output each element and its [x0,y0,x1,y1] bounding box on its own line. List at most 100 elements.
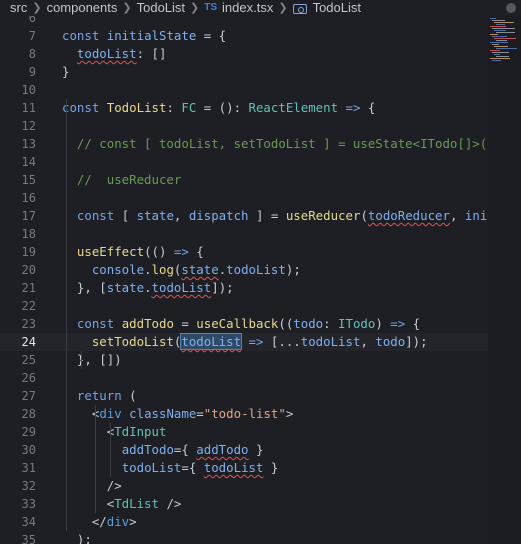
code-token: useReducer [285,208,361,223]
code-token: // const [ todoList, setTodoList ] = use… [62,136,488,151]
minimap-line [496,24,505,25]
code-line[interactable]: 30 addTodo={ addTodo } [0,441,488,459]
code-line[interactable]: 18 [0,225,488,243]
line-number: 20 [21,263,36,277]
line-number: 10 [21,83,36,97]
account-icon [498,0,521,16]
code-line[interactable]: 10 [0,81,488,99]
code-token: ITodo [338,316,376,331]
minimap-line [494,30,506,31]
code-line[interactable]: 17 const [ state, dispatch ] = useReduce… [0,207,488,225]
code-text: }, [state.todoList]); [62,279,234,297]
code-line[interactable]: 19 useEffect(() => { [0,243,488,261]
code-token: FC [181,100,197,115]
code-token: addTodo [121,442,174,457]
minimap-line [496,40,507,41]
code-token: ( [360,208,368,223]
code-line[interactable]: 35 ); [0,531,488,544]
code-line[interactable]: 9} [0,63,488,81]
code-token: initialState [106,28,197,43]
code-line[interactable]: 31 todoList={ todoList } [0,459,488,477]
code-token: todoList [76,46,137,61]
line-number: 19 [21,245,36,259]
breadcrumb-item-symbol[interactable]: TodoList [313,1,361,15]
code-line[interactable]: 8 todoList: [] [0,45,488,63]
code-token: useEffect [76,244,145,259]
code-line[interactable]: 26 [0,369,488,387]
code-line[interactable]: 20 console.log(state.todoList); [0,261,488,279]
code-line[interactable]: 23 const addTodo = useCallback((todo: IT… [0,315,488,333]
code-token: , [360,334,376,349]
code-token: } [248,442,264,457]
line-number: 16 [21,191,36,205]
line-number: 26 [21,371,36,385]
code-token: ]); [405,334,428,349]
code-text: return ( [62,387,137,405]
code-token: const [62,28,107,43]
code-line[interactable]: 34 </div> [0,513,488,531]
code-line[interactable]: 25 }, []) [0,351,488,369]
code-line[interactable]: 6 [0,16,488,27]
code-line[interactable]: 27 return ( [0,387,488,405]
minimap-line [494,22,514,23]
code-token: // useReducer [62,172,182,187]
code-line[interactable]: 14 [0,153,488,171]
code-text: } [62,63,69,81]
minimap-line [492,28,515,29]
line-number: 12 [21,119,36,133]
line-number: 7 [28,29,36,43]
code-line[interactable]: 33 <TdList /> [0,495,488,513]
code-line[interactable]: 15 // useReducer [0,171,488,189]
breadcrumb-item-src[interactable]: src [10,1,27,15]
breadcrumb-item-file[interactable]: index.tsx [222,1,273,15]
code-token: todoList [180,333,243,350]
code-token: > [285,406,294,421]
code-text: <div className="todo-list"> [62,405,293,423]
code-token: < [62,424,115,439]
typescript-file-icon: TS [204,2,218,13]
code-token: const [62,208,122,223]
code-token: < [62,406,100,421]
code-token: state [181,262,219,277]
code-line[interactable]: 32 /> [0,477,488,495]
code-line[interactable]: 16 [0,189,488,207]
code-token: TdList [114,496,167,511]
minimap-line [492,52,509,53]
minimap-line [494,46,508,47]
code-token: state [106,280,145,295]
code-line[interactable]: 11 const TodoList: FC = (): ReactElement … [0,99,488,117]
code-token: : [323,316,339,331]
code-line[interactable]: 29 <TdInput [0,423,488,441]
code-line[interactable]: 21 }, [state.todoList]); [0,279,488,297]
minimap-line [492,60,501,61]
code-line[interactable]: 24 setTodoList(todoList => [...todoList,… [0,333,488,351]
code-token: todo [293,316,324,331]
minimap[interactable] [488,16,521,544]
code-editor[interactable]: 6 7 const initialState = {8 todoList: [] 9}… [0,16,488,544]
code-line[interactable]: 13 // const [ todoList, setTodoList ] = … [0,135,488,153]
breadcrumb-item-todolist-folder[interactable]: TodoList [137,1,185,15]
minimap-line [494,54,500,55]
line-number: 9 [28,65,36,79]
code-line[interactable]: 22 [0,297,488,315]
code-line[interactable]: 28 <div className="todo-list"> [0,405,488,423]
line-number: 21 [21,281,36,295]
code-token: dispatch [188,208,249,223]
indent-guide [81,351,82,369]
code-token: /> [62,478,122,493]
code-text: addTodo={ addTodo } [62,441,264,459]
chevron-right-icon: ❯ [190,2,200,14]
code-line[interactable]: 7 const initialState = { [0,27,488,45]
code-token: < [62,496,115,511]
code-token: ={ [181,460,204,475]
code-token: return [62,388,130,403]
minimap-line [496,56,509,57]
breadcrumb-item-components[interactable]: components [47,1,118,15]
code-line[interactable]: 12 [0,117,488,135]
code-token: ); [62,532,92,544]
code-token: todoList [226,262,286,277]
code-token: => [338,100,368,115]
minimap-line [492,44,499,45]
code-token: , [173,208,189,223]
